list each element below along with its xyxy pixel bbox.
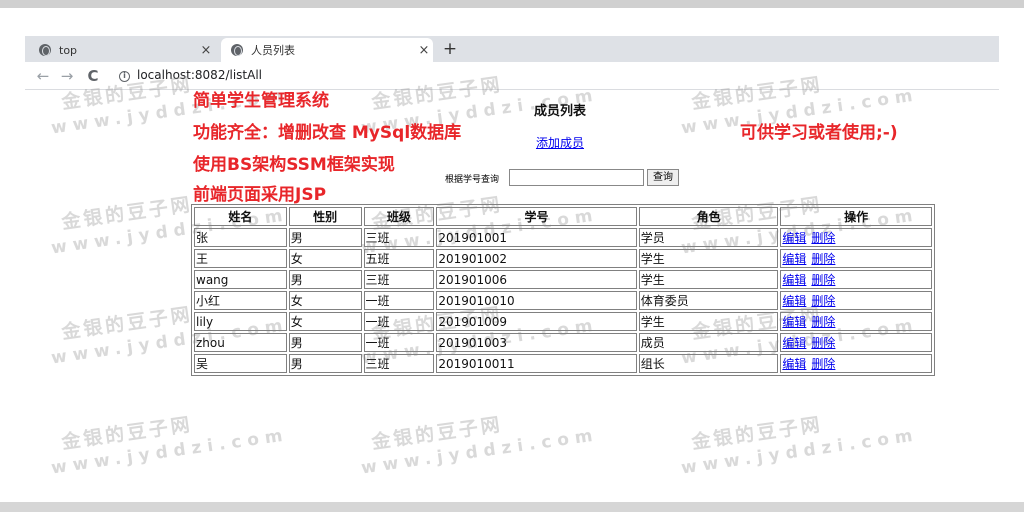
edit-link[interactable]: 编辑	[782, 357, 806, 371]
header-name: 姓名	[194, 207, 287, 226]
globe-icon	[39, 44, 51, 56]
cell-gender: 男	[288, 333, 362, 352]
cell-gender: 男	[288, 354, 362, 373]
edit-link[interactable]: 编辑	[782, 231, 806, 245]
cell-role: 组长	[638, 354, 779, 373]
cell-actions: 编辑 删除	[780, 249, 932, 268]
annotation-title: 简单学生管理系统	[193, 91, 329, 111]
browser-tab-top[interactable]: top ×	[29, 38, 215, 62]
cell-name: wang	[194, 270, 287, 289]
cell-class: 三班	[363, 228, 435, 247]
table-row: 张 男 三班 201901001 学员 编辑 删除	[194, 228, 932, 247]
delete-link[interactable]: 删除	[811, 294, 835, 308]
watermark: 金银的豆子网 www.jyddzi.com	[359, 413, 600, 479]
delete-link[interactable]: 删除	[811, 231, 835, 245]
table-row: 王 女 五班 201901002 学生 编辑 删除	[194, 249, 932, 268]
delete-link[interactable]: 删除	[811, 336, 835, 350]
annotation-frontend: 前端页面采用JSP	[193, 185, 327, 205]
tab-title: top	[59, 43, 78, 57]
cell-role: 学生	[638, 270, 779, 289]
cell-actions: 编辑 删除	[780, 228, 932, 247]
header-student-id: 学号	[436, 207, 637, 226]
search-label: 根据学号查询	[445, 175, 500, 185]
cell-student-id: 201901003	[436, 333, 637, 352]
cell-student-id: 201901009	[436, 312, 637, 331]
forward-button[interactable]: →	[57, 66, 77, 86]
cell-gender: 女	[288, 312, 362, 331]
cell-role: 成员	[638, 333, 779, 352]
table-row: zhou 男 一班 201901003 成员 编辑 删除	[194, 333, 932, 352]
table-row: lily 女 一班 201901009 学生 编辑 删除	[194, 312, 932, 331]
close-icon[interactable]: ×	[415, 43, 433, 58]
cell-class: 一班	[363, 291, 435, 310]
table-row: wang 男 三班 201901006 学生 编辑 删除	[194, 270, 932, 289]
cell-class: 三班	[363, 270, 435, 289]
table-row: 小红 女 一班 2019010010 体育委员 编辑 删除	[194, 291, 932, 310]
cell-class: 三班	[363, 354, 435, 373]
cell-student-id: 201901001	[436, 228, 637, 247]
frame-bottom-bar	[0, 502, 1024, 512]
cell-name: lily	[194, 312, 287, 331]
cell-student-id: 201901006	[436, 270, 637, 289]
member-table: 姓名 性别 班级 学号 角色 操作 张 男 三班 201901001 学员 编辑…	[191, 204, 935, 376]
table-header-row: 姓名 性别 班级 学号 角色 操作	[194, 207, 932, 226]
header-role: 角色	[638, 207, 779, 226]
cell-gender: 男	[288, 228, 362, 247]
cell-name: 王	[194, 249, 287, 268]
edit-link[interactable]: 编辑	[782, 252, 806, 266]
cell-actions: 编辑 删除	[780, 354, 932, 373]
cell-role: 学员	[638, 228, 779, 247]
annotation-architecture: 使用BS架构SSM框架实现	[193, 155, 395, 175]
cell-class: 五班	[363, 249, 435, 268]
cell-name: 小红	[194, 291, 287, 310]
header-class: 班级	[363, 207, 435, 226]
page-title: 成员列表	[533, 104, 586, 119]
cell-actions: 编辑 删除	[780, 333, 932, 352]
cell-name: 张	[194, 228, 287, 247]
cell-student-id: 201901002	[436, 249, 637, 268]
delete-link[interactable]: 删除	[811, 357, 835, 371]
cell-class: 一班	[363, 333, 435, 352]
cell-class: 一班	[363, 312, 435, 331]
delete-link[interactable]: 删除	[811, 273, 835, 287]
watermark: 金银的豆子网 www.jyddzi.com	[679, 413, 920, 479]
tab-title: 人员列表	[251, 44, 295, 57]
globe-icon	[231, 44, 243, 56]
edit-link[interactable]: 编辑	[782, 336, 806, 350]
edit-link[interactable]: 编辑	[782, 273, 806, 287]
edit-link[interactable]: 编辑	[782, 315, 806, 329]
cell-gender: 女	[288, 249, 362, 268]
header-actions: 操作	[780, 207, 932, 226]
edit-link[interactable]: 编辑	[782, 294, 806, 308]
annotation-features: 功能齐全：增删改查 MySql数据库	[193, 123, 462, 143]
delete-link[interactable]: 删除	[811, 315, 835, 329]
annotation-usage: 可供学习或者使用;-)	[740, 123, 898, 143]
cell-student-id: 2019010011	[436, 354, 637, 373]
cell-role: 学生	[638, 249, 779, 268]
cell-name: zhou	[194, 333, 287, 352]
browser-tab-member-list[interactable]: 人员列表 ×	[221, 38, 433, 62]
close-icon[interactable]: ×	[197, 43, 215, 58]
add-member-link[interactable]: 添加成员	[500, 134, 620, 151]
cell-actions: 编辑 删除	[780, 291, 932, 310]
watermark: 金银的豆子网 www.jyddzi.com	[49, 413, 290, 479]
cell-actions: 编辑 删除	[780, 270, 932, 289]
search-button[interactable]: 查询	[647, 169, 679, 186]
delete-link[interactable]: 删除	[811, 252, 835, 266]
cell-name: 吴	[194, 354, 287, 373]
student-id-search-input[interactable]	[509, 169, 644, 186]
cell-gender: 男	[288, 270, 362, 289]
back-button[interactable]: ←	[33, 66, 53, 86]
table-row: 吴 男 三班 2019010011 组长 编辑 删除	[194, 354, 932, 373]
cell-gender: 女	[288, 291, 362, 310]
frame-top-bar	[0, 0, 1024, 8]
cell-student-id: 2019010010	[436, 291, 637, 310]
cell-role: 学生	[638, 312, 779, 331]
cell-actions: 编辑 删除	[780, 312, 932, 331]
cell-role: 体育委员	[638, 291, 779, 310]
browser-tab-bar: top × 人员列表 × +	[25, 36, 999, 62]
header-gender: 性别	[288, 207, 362, 226]
new-tab-button[interactable]: +	[439, 38, 461, 60]
